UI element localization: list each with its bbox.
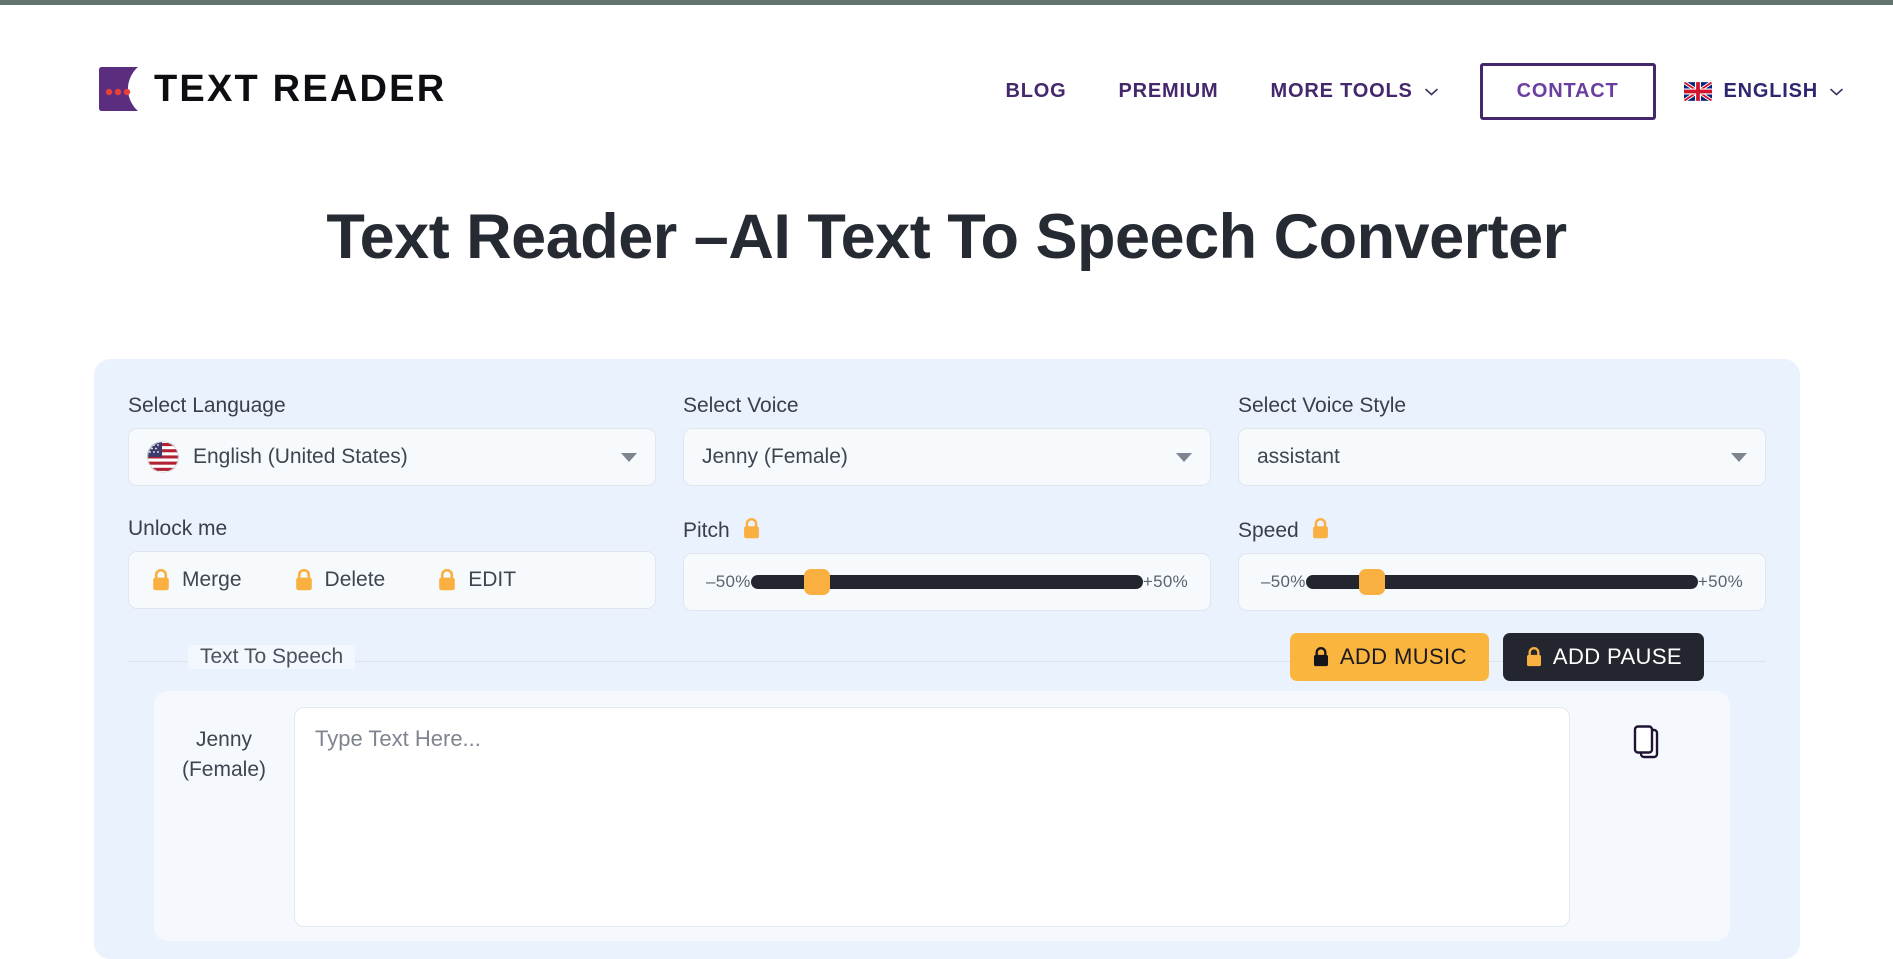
uk-flag-icon	[1683, 81, 1712, 101]
page-title: Text Reader –AI Text To Speech Converter	[326, 202, 1567, 272]
dropdown-arrow-icon	[1176, 453, 1192, 462]
voice-style-select-value: assistant	[1257, 445, 1340, 468]
unlock-item-delete-label: Delete	[324, 568, 386, 591]
language-select-value: English (United States)	[193, 445, 408, 468]
contact-button[interactable]: CONTACT	[1479, 62, 1656, 120]
voice-tag: Jenny (Female)	[154, 707, 294, 786]
unlock-item-edit-label: EDIT	[468, 568, 517, 591]
text-to-speech-side-actions	[1570, 707, 1730, 763]
page-root: TEXT READER BLOG PREMIUM MORE TOOLS CONT…	[0, 5, 1893, 959]
chevron-down-icon	[1424, 88, 1438, 96]
lock-icon	[437, 568, 457, 592]
us-flag-icon	[147, 441, 179, 473]
nav-item-premium-label: PREMIUM	[1118, 79, 1219, 102]
pitch-slider-box: –50% +50%	[683, 553, 1211, 611]
add-pause-button-label: ADD PAUSE	[1552, 644, 1682, 669]
unlock-item-merge-label: Merge	[182, 568, 242, 591]
language-select-label: Select Language	[128, 394, 286, 417]
speed-slider-min-label: –50%	[1261, 572, 1306, 591]
dropdown-arrow-icon	[1731, 453, 1747, 462]
pitch-slider-thumb[interactable]	[804, 569, 831, 595]
site-logo[interactable]: TEXT READER	[98, 65, 446, 113]
chevron-down-icon	[1830, 88, 1843, 96]
nav-item-blog-label: BLOG	[1005, 79, 1067, 102]
lock-icon	[1311, 517, 1330, 540]
pitch-slider-max-label: +50%	[1142, 572, 1188, 591]
speed-slider-box: –50% +50%	[1238, 553, 1766, 611]
speed-label: Speed	[1238, 517, 1766, 543]
unlock-group: Unlock me Merge Delete EDIT	[128, 517, 656, 611]
lock-icon	[294, 568, 314, 592]
voice-tag-line2: (Female)	[181, 758, 266, 782]
voice-select-value: Jenny (Female)	[702, 445, 848, 468]
language-select-group: Select Language English (United States)	[128, 394, 656, 486]
speed-label-text: Speed	[1238, 519, 1299, 542]
speed-slider-max-label: +50%	[1697, 572, 1743, 591]
unlock-item-delete[interactable]: Delete	[294, 568, 386, 592]
voice-style-select-label: Select Voice Style	[1238, 394, 1407, 417]
controls-row-selects: Select Language English (United States) …	[128, 394, 1766, 486]
text-to-speech-legend-row: Text To Speech ADD MUSIC ADD PAUSE	[128, 633, 1766, 681]
voice-style-select-group: Select Voice Style assistant	[1238, 394, 1766, 486]
nav-item-blog[interactable]: BLOG	[979, 60, 1092, 122]
tts-tool-panel: Select Language English (United States) …	[94, 359, 1800, 959]
voice-tag-line1: Jenny	[195, 728, 253, 751]
pitch-label-text: Pitch	[683, 519, 730, 542]
speed-slider-thumb[interactable]	[1359, 569, 1386, 595]
text-to-speech-section: Text To Speech ADD MUSIC ADD PAUSE Jenny…	[128, 633, 1766, 941]
lock-icon	[1525, 646, 1543, 668]
voice-select-group: Select Voice Jenny (Female)	[683, 394, 1211, 486]
dropdown-arrow-icon	[621, 453, 637, 462]
voice-select-label: Select Voice	[683, 394, 799, 417]
copy-icon[interactable]	[1633, 725, 1667, 763]
speed-slider[interactable]	[1305, 569, 1698, 595]
controls-row-unlock-sliders: Unlock me Merge Delete EDIT Pitch –50% +…	[128, 517, 1766, 611]
add-music-button-label: ADD MUSIC	[1339, 644, 1467, 669]
main-navigation: BLOG PREMIUM MORE TOOLS CONTACT ENGLISH	[979, 60, 1843, 122]
language-switcher-label: ENGLISH	[1723, 79, 1818, 102]
text-to-speech-card: Jenny (Female)	[154, 691, 1730, 941]
add-pause-button[interactable]: ADD PAUSE	[1502, 633, 1704, 681]
language-select[interactable]: English (United States)	[128, 428, 656, 486]
pitch-slider[interactable]	[750, 569, 1143, 595]
voice-select[interactable]: Jenny (Female)	[683, 428, 1211, 486]
text-to-speech-legend: Text To Speech	[188, 645, 356, 669]
site-header: TEXT READER BLOG PREMIUM MORE TOOLS CONT…	[0, 5, 1893, 145]
pitch-slider-min-label: –50%	[706, 572, 751, 591]
pitch-group: Pitch –50% +50%	[683, 517, 1211, 611]
lock-icon	[151, 568, 171, 592]
voice-style-select[interactable]: assistant	[1238, 428, 1766, 486]
unlock-label: Unlock me	[128, 517, 228, 540]
lock-icon	[742, 517, 761, 540]
unlock-item-merge[interactable]: Merge	[151, 568, 242, 592]
nav-item-more-tools[interactable]: MORE TOOLS	[1245, 60, 1458, 122]
language-switcher[interactable]: ENGLISH	[1683, 79, 1844, 103]
speed-group: Speed –50% +50%	[1238, 517, 1766, 611]
unlock-item-edit[interactable]: EDIT	[437, 568, 516, 592]
unlock-bar: Merge Delete EDIT	[128, 551, 656, 609]
pitch-label: Pitch	[683, 517, 1211, 543]
lock-icon	[1312, 646, 1330, 668]
add-music-button[interactable]: ADD MUSIC	[1289, 633, 1489, 681]
text-input-area[interactable]	[294, 707, 1570, 927]
site-logo-text: TEXT READER	[154, 68, 447, 110]
speech-bubble-logo-icon	[98, 65, 144, 113]
nav-item-more-tools-label: MORE TOOLS	[1270, 79, 1413, 102]
text-to-speech-actions: ADD MUSIC ADD PAUSE	[1289, 633, 1704, 681]
nav-item-premium[interactable]: PREMIUM	[1092, 60, 1244, 122]
